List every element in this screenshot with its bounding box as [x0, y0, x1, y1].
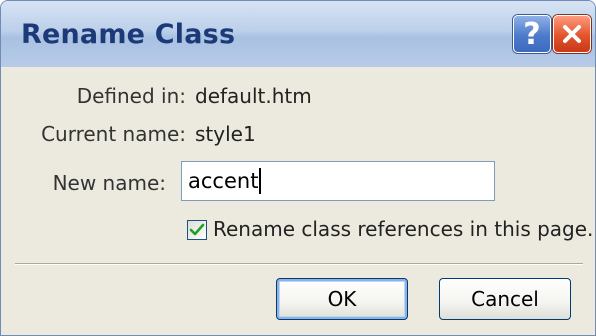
- ok-button[interactable]: OK: [276, 278, 408, 320]
- defined-in-label: Defined in:: [76, 84, 186, 108]
- rename-class-dialog: Rename Class ? Defined in: default.htm C…: [0, 0, 596, 336]
- dialog-title: Rename Class: [21, 19, 236, 50]
- text-caret: [259, 168, 262, 194]
- help-icon: ?: [523, 16, 541, 52]
- current-name-label: Current name:: [41, 122, 186, 146]
- new-name-value: accent: [188, 169, 259, 193]
- title-bar[interactable]: Rename Class ?: [1, 1, 595, 67]
- current-name-value: style1: [195, 122, 256, 146]
- close-button[interactable]: [553, 15, 591, 53]
- defined-in-value: default.htm: [195, 84, 312, 108]
- new-name-input[interactable]: accent: [181, 161, 495, 201]
- close-icon: [563, 25, 581, 43]
- checkmark-icon: [189, 223, 205, 236]
- rename-references-label[interactable]: Rename class references in this page.: [213, 217, 593, 241]
- cancel-button[interactable]: Cancel: [439, 278, 571, 320]
- help-button[interactable]: ?: [513, 15, 551, 53]
- new-name-label: New name:: [52, 171, 166, 195]
- button-separator: [15, 263, 583, 265]
- rename-references-checkbox[interactable]: [187, 220, 207, 240]
